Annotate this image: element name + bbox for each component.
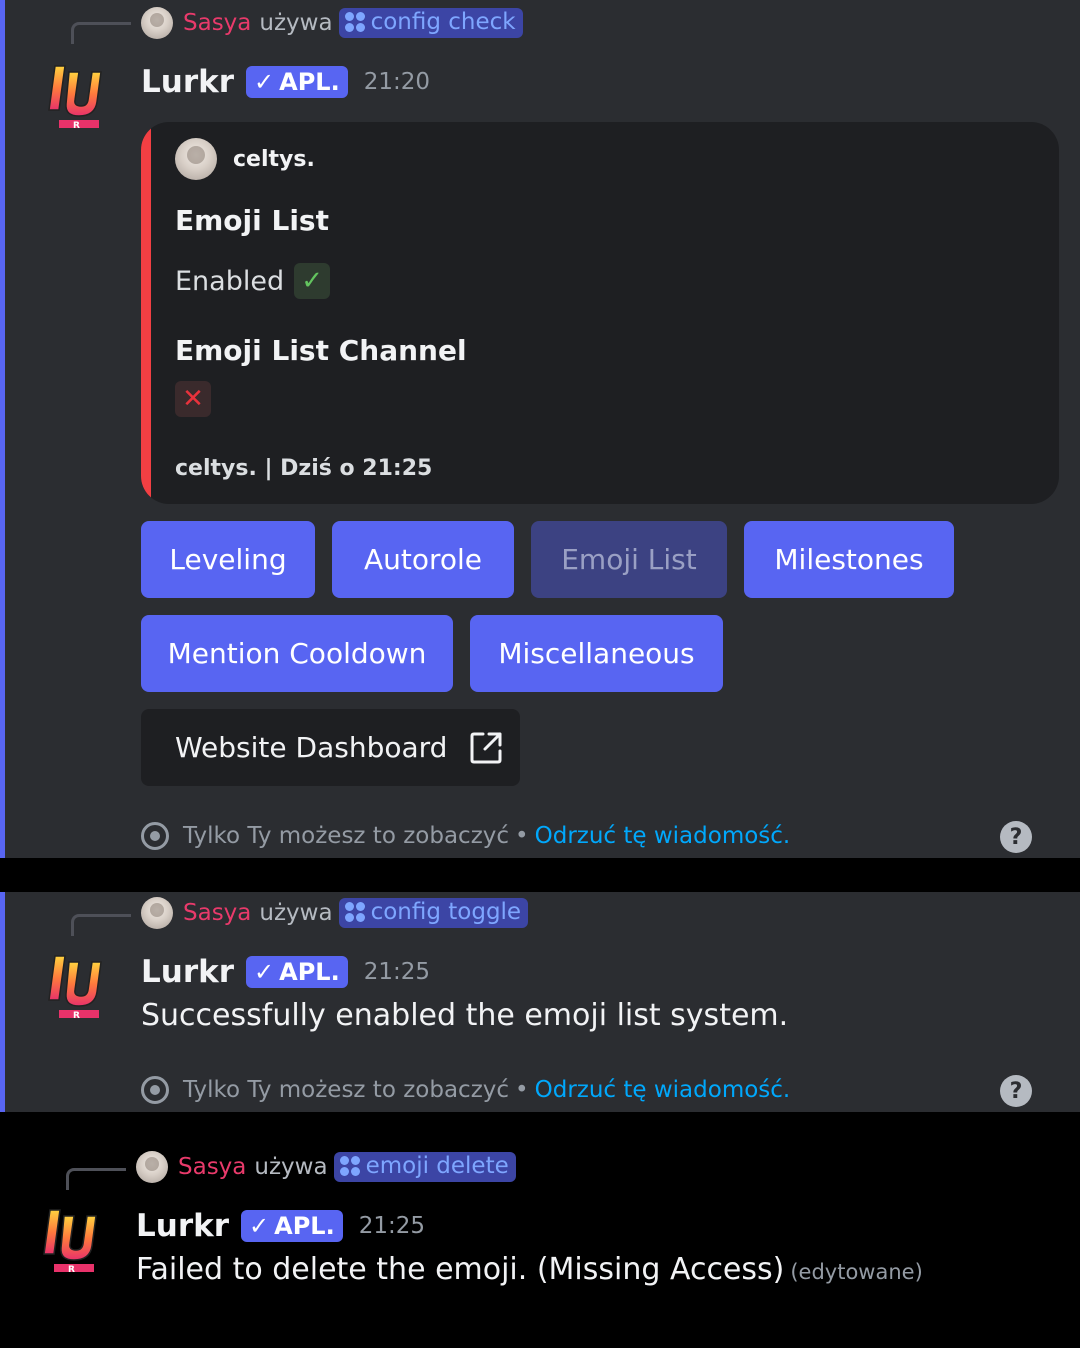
bot-username[interactable]: Lurkr: [141, 64, 234, 100]
lurkr-logo-avatar[interactable]: R: [40, 1206, 98, 1274]
bot-username[interactable]: Lurkr: [136, 1208, 229, 1244]
help-icon[interactable]: ?: [1000, 1075, 1032, 1107]
reply-verb: używa: [254, 1154, 328, 1180]
message-emoji-delete: Sasya używa emoji delete R Lurkr ✓ APL. 2…: [0, 1146, 1080, 1348]
dismiss-link[interactable]: Odrzuć tę wiadomość.: [535, 1077, 791, 1103]
app-badge: ✓ APL.: [241, 1210, 343, 1242]
check-mark-icon: ✓: [294, 263, 331, 299]
command-reply-line[interactable]: Sasya używa emoji delete: [136, 1149, 516, 1185]
user-avatar[interactable]: [141, 897, 173, 929]
verified-check-icon: ✓: [254, 68, 275, 96]
embed-author-name: celtys.: [233, 146, 315, 172]
reply-username[interactable]: Sasya: [178, 1154, 246, 1180]
mention-cooldown-button[interactable]: Mention Cooldown: [141, 615, 453, 692]
separator-dot: •: [515, 823, 529, 849]
timestamp[interactable]: 21:25: [359, 1213, 425, 1239]
lurkr-logo-avatar[interactable]: R: [45, 952, 103, 1020]
reply-username[interactable]: Sasya: [183, 900, 251, 926]
ephemeral-note: Tylko Ty możesz to zobaczyć: [183, 823, 510, 849]
message-content: Failed to delete the emoji. (Missing Acc…: [136, 1252, 923, 1287]
eye-icon: [141, 1076, 169, 1104]
reply-verb: używa: [259, 900, 333, 926]
command-mention[interactable]: config toggle: [338, 898, 529, 928]
embed-field-name: Emoji List: [175, 204, 329, 237]
slash-command-icon: [339, 1156, 360, 1176]
help-icon[interactable]: ?: [1000, 821, 1032, 853]
app-badge-label: APL.: [279, 68, 340, 96]
eye-icon: [141, 822, 169, 850]
cross-mark-icon: ✕: [175, 381, 211, 417]
dismiss-link[interactable]: Odrzuć tę wiadomość.: [535, 823, 791, 849]
message-header: Lurkr ✓ APL. 21:20: [141, 62, 430, 102]
embed-field-value: Enabled ✓: [175, 263, 331, 299]
command-name: emoji delete: [365, 1153, 509, 1179]
separator-dot: •: [515, 1077, 529, 1103]
website-dashboard-button[interactable]: Website Dashboard: [141, 709, 520, 786]
leveling-button[interactable]: Leveling: [141, 521, 315, 598]
message-header: Lurkr ✓ APL. 21:25: [136, 1206, 425, 1246]
command-name: config toggle: [370, 899, 522, 925]
ephemeral-notice: Tylko Ty możesz to zobaczyć • Odrzuć tę …: [141, 822, 790, 850]
reply-connector: [71, 22, 131, 44]
embed-field-value: ✕: [175, 381, 211, 417]
user-avatar[interactable]: [141, 7, 173, 39]
bot-username[interactable]: Lurkr: [141, 954, 234, 990]
link-button-label: Website Dashboard: [175, 731, 448, 764]
field-value-text: Enabled: [175, 265, 285, 297]
verified-check-icon: ✓: [254, 958, 275, 986]
embed-field-name: Emoji List Channel: [175, 334, 467, 367]
emoji-list-button[interactable]: Emoji List: [531, 521, 727, 598]
milestones-button[interactable]: Milestones: [744, 521, 954, 598]
lurkr-logo-avatar[interactable]: R: [45, 62, 103, 130]
slash-command-icon: [344, 902, 365, 922]
user-avatar[interactable]: [136, 1151, 168, 1183]
embed-author-avatar: [175, 138, 217, 180]
app-badge: ✓ APL.: [246, 956, 348, 988]
app-badge-label: APL.: [279, 958, 340, 986]
svg-text:R: R: [73, 121, 80, 130]
ephemeral-note: Tylko Ty możesz to zobaczyć: [183, 1077, 510, 1103]
reply-connector: [71, 914, 131, 936]
message-header: Lurkr ✓ APL. 21:25: [141, 952, 430, 992]
svg-text:R: R: [68, 1265, 75, 1274]
reply-connector: [66, 1168, 126, 1190]
app-badge-label: APL.: [274, 1212, 335, 1240]
timestamp[interactable]: 21:25: [364, 959, 430, 985]
reply-verb: używa: [259, 10, 333, 36]
message-text: Failed to delete the emoji. (Missing Acc…: [136, 1252, 785, 1287]
embed-accent-bar: [141, 122, 151, 504]
message-config-check: Sasya używa config check R Lurkr ✓ APL. 2…: [0, 0, 1080, 858]
timestamp[interactable]: 21:20: [364, 69, 430, 95]
embed: celtys. Emoji List Enabled ✓ Emoji List …: [141, 122, 1059, 504]
external-link-icon: [470, 732, 502, 763]
app-badge: ✓ APL.: [246, 66, 348, 98]
command-reply-line[interactable]: Sasya używa config check: [141, 5, 523, 41]
autorole-button[interactable]: Autorole: [332, 521, 514, 598]
reply-username[interactable]: Sasya: [183, 10, 251, 36]
edited-label[interactable]: (edytowane): [790, 1260, 922, 1284]
command-name: config check: [370, 9, 516, 35]
embed-author: celtys.: [175, 138, 315, 180]
message-config-toggle: Sasya używa config toggle R Lurkr ✓ APL. …: [0, 892, 1080, 1112]
verified-check-icon: ✓: [249, 1212, 270, 1240]
svg-text:R: R: [73, 1011, 80, 1020]
slash-command-icon: [344, 12, 365, 32]
embed-footer: celtys. | Dziś o 21:25: [175, 456, 433, 481]
command-reply-line[interactable]: Sasya używa config toggle: [141, 895, 529, 931]
command-mention[interactable]: emoji delete: [333, 1152, 516, 1182]
ephemeral-notice: Tylko Ty możesz to zobaczyć • Odrzuć tę …: [141, 1076, 790, 1104]
command-mention[interactable]: config check: [338, 8, 523, 38]
message-content: Successfully enabled the emoji list syst…: [141, 998, 789, 1033]
miscellaneous-button[interactable]: Miscellaneous: [470, 615, 723, 692]
